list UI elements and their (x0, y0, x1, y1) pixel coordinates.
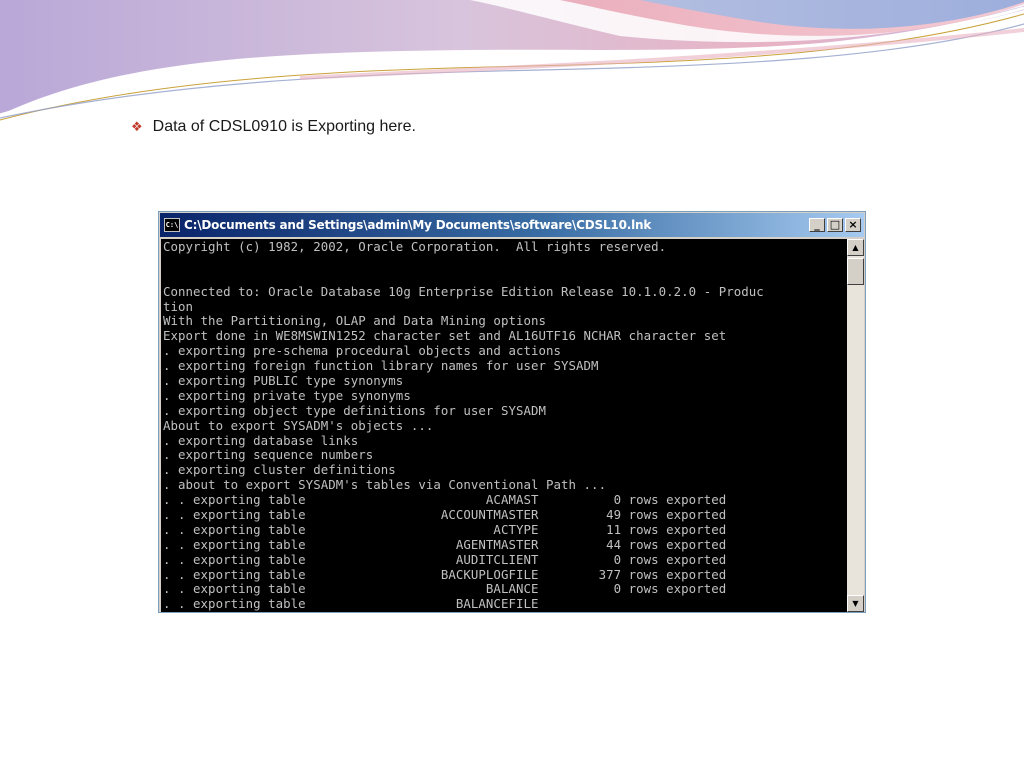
console-line: Copyright (c) 1982, 2002, Oracle Corpora… (163, 239, 667, 254)
console-output-text: Copyright (c) 1982, 2002, Oracle Corpora… (161, 239, 847, 612)
console-line: . exporting database links (163, 432, 359, 448)
console-window: C:\ C:\Documents and Settings\admin\My D… (158, 211, 866, 613)
console-line: . . exporting table BACKUPLOGFILE 377 ro… (163, 566, 727, 582)
console-line: . exporting object type definitions for … (163, 402, 546, 418)
scroll-up-arrow-icon[interactable]: ▲ (847, 239, 864, 256)
console-app-icon[interactable]: C:\ (164, 218, 180, 232)
console-line: . . exporting table ACAMAST 0 rows expor… (163, 492, 727, 508)
vertical-scrollbar[interactable]: ▲ ▼ (847, 239, 864, 612)
console-titlebar[interactable]: C:\ C:\Documents and Settings\admin\My D… (160, 213, 864, 237)
scrollbar-thumb[interactable] (847, 258, 864, 285)
console-line: . . exporting table ACCOUNTMASTER 49 row… (163, 507, 727, 523)
console-line: About to export SYSADM's objects ... (163, 417, 434, 433)
console-line: . . exporting table AUDITCLIENT 0 rows e… (163, 551, 727, 567)
slide-bullet: ❖ Data of CDSL0910 is Exporting here. (131, 118, 416, 136)
console-line: . exporting foreign function library nam… (163, 358, 599, 374)
console-line: . exporting private type synonyms (163, 387, 411, 403)
console-title: C:\Documents and Settings\admin\My Docum… (184, 218, 652, 232)
console-output-area[interactable]: Copyright (c) 1982, 2002, Oracle Corpora… (161, 239, 847, 612)
console-line: Connected to: Oracle Database 10g Enterp… (163, 283, 764, 299)
console-line: . exporting sequence numbers (163, 447, 374, 463)
minimize-button[interactable]: _ (809, 218, 825, 232)
console-line: . . exporting table BALANCE 0 rows expor… (163, 581, 727, 597)
console-line: Export done in WE8MSWIN1252 character se… (163, 328, 727, 344)
bullet-text: Data of CDSL0910 is Exporting here. (152, 118, 416, 135)
console-line: . about to export SYSADM's tables via Co… (163, 477, 607, 493)
console-line: With the Partitioning, OLAP and Data Min… (163, 313, 546, 329)
scroll-down-arrow-icon[interactable]: ▼ (847, 595, 864, 612)
maximize-button[interactable]: □ (827, 218, 843, 232)
console-line: . . exporting table ACTYPE 11 rows expor… (163, 521, 727, 537)
console-line: . . exporting table BALANCEFILE (163, 596, 539, 612)
console-line: . exporting pre-schema procedural object… (163, 343, 562, 359)
console-line: . exporting cluster definitions (163, 462, 396, 478)
close-button[interactable]: × (845, 218, 861, 232)
decorative-wave-banner (0, 0, 1024, 121)
console-line: . . exporting table AGENTMASTER 44 rows … (163, 536, 727, 552)
console-line: . exporting PUBLIC type synonyms (163, 373, 404, 389)
bullet-diamond-icon: ❖ (131, 119, 143, 134)
console-line: tion (163, 298, 194, 314)
